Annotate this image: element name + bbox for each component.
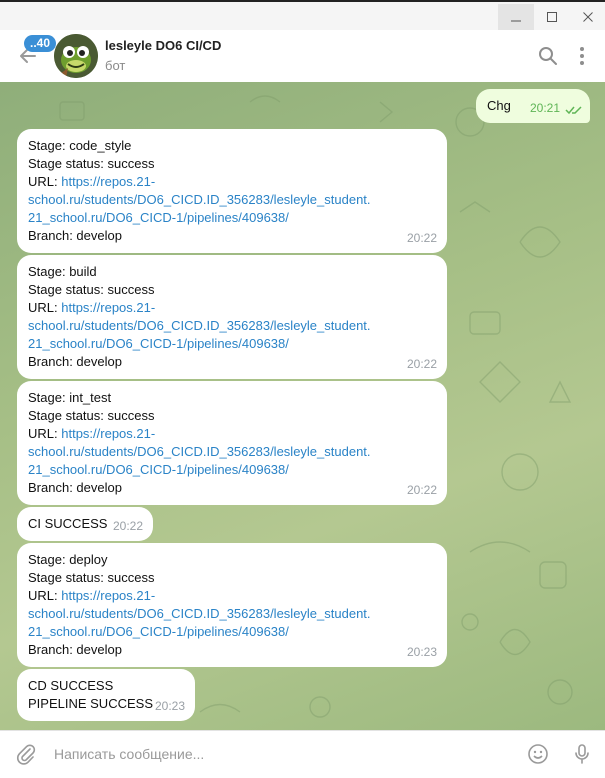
status-line: Stage status: success — [28, 408, 155, 423]
microphone-button[interactable] — [570, 742, 594, 766]
more-vertical-icon — [580, 47, 584, 65]
emoji-button[interactable] — [526, 742, 550, 766]
message-input[interactable]: Написать сообщение... — [54, 746, 204, 762]
pipeline-link[interactable]: https://repos.21- — [61, 300, 155, 315]
pipeline-link[interactable]: 21_school.ru/DO6_CICD-1/pipelines/409638… — [28, 336, 289, 351]
branch-line: Branch: develop — [28, 480, 122, 495]
branch-line: Branch: develop — [28, 228, 122, 243]
incoming-message[interactable]: Stage: code_style Stage status: success … — [17, 129, 447, 253]
chat-header: ..40 lesleyle DO6 CI/CD бот — [0, 30, 605, 83]
attach-button[interactable] — [14, 742, 38, 766]
url-label: URL: — [28, 174, 62, 189]
message-time: 20:23 — [154, 699, 185, 713]
pipeline-link[interactable]: 21_school.ru/DO6_CICD-1/pipelines/409638… — [28, 624, 289, 639]
pipeline-link[interactable]: 21_school.ru/DO6_CICD-1/pipelines/409638… — [28, 210, 289, 225]
message-text: CD SUCCESS — [28, 678, 114, 693]
avatar[interactable] — [54, 34, 98, 78]
search-icon — [539, 47, 557, 65]
status-line: Stage status: success — [28, 156, 155, 171]
more-button[interactable] — [570, 44, 594, 68]
maximize-button[interactable] — [534, 4, 570, 30]
pipeline-link[interactable]: school.ru/students/DO6_CICD.ID_356283/le… — [28, 444, 371, 459]
minimize-button[interactable] — [498, 4, 534, 30]
stage-line: Stage: deploy — [28, 552, 108, 567]
pipeline-link[interactable]: school.ru/students/DO6_CICD.ID_356283/le… — [28, 606, 371, 621]
pipeline-link[interactable]: https://repos.21- — [61, 588, 155, 603]
message-time: 20:22 — [406, 231, 437, 245]
emoji-icon — [528, 744, 548, 764]
message-time: 20:22 — [406, 357, 437, 371]
url-label: URL: — [28, 588, 62, 603]
message-composer: Написать сообщение... — [0, 730, 605, 778]
stage-line: Stage: int_test — [28, 390, 112, 405]
incoming-message[interactable]: Stage: build Stage status: success URL: … — [17, 255, 447, 379]
attach-icon — [17, 744, 36, 765]
close-button[interactable] — [570, 4, 605, 30]
pipeline-link[interactable]: school.ru/students/DO6_CICD.ID_356283/le… — [28, 318, 371, 333]
pipeline-link[interactable]: school.ru/students/DO6_CICD.ID_356283/le… — [28, 192, 371, 207]
search-button[interactable] — [536, 44, 560, 68]
minimize-icon — [511, 20, 521, 22]
outgoing-message[interactable]: Chg 20:21 — [476, 89, 590, 123]
double-check-icon — [565, 106, 582, 115]
url-label: URL: — [28, 300, 62, 315]
chat-subtitle: бот — [105, 58, 126, 73]
message-time: 20:23 — [406, 645, 437, 659]
status-line: Stage status: success — [28, 570, 155, 585]
close-icon — [583, 12, 593, 22]
microphone-icon — [575, 744, 589, 764]
maximize-icon — [547, 12, 557, 22]
incoming-message[interactable]: CD SUCCESS PIPELINE SUCCESS 20:23 — [17, 669, 195, 721]
url-label: URL: — [28, 426, 62, 441]
status-line: Stage status: success — [28, 282, 155, 297]
message-list[interactable]: Chg 20:21 Stage: code_style Stage status… — [0, 82, 605, 730]
branch-line: Branch: develop — [28, 354, 122, 369]
incoming-message[interactable]: Stage: int_test Stage status: success UR… — [17, 381, 447, 505]
message-time: 20:21 — [529, 101, 560, 115]
message-time: 20:22 — [406, 483, 437, 497]
window-titlebar — [0, 0, 605, 30]
message-time: 20:22 — [112, 519, 143, 533]
chat-title[interactable]: lesleyle DO6 CI/CD — [105, 38, 221, 53]
branch-line: Branch: develop — [28, 642, 122, 657]
incoming-message[interactable]: CI SUCCESS 20:22 — [17, 507, 153, 541]
pipeline-link[interactable]: 21_school.ru/DO6_CICD-1/pipelines/409638… — [28, 462, 289, 477]
stage-line: Stage: build — [28, 264, 97, 279]
incoming-message[interactable]: Stage: deploy Stage status: success URL:… — [17, 543, 447, 667]
pipeline-link[interactable]: https://repos.21- — [61, 174, 155, 189]
stage-line: Stage: code_style — [28, 138, 132, 153]
pipeline-link[interactable]: https://repos.21- — [61, 426, 155, 441]
bot-avatar-icon — [54, 34, 98, 78]
unread-badge[interactable]: ..40 — [24, 35, 57, 52]
